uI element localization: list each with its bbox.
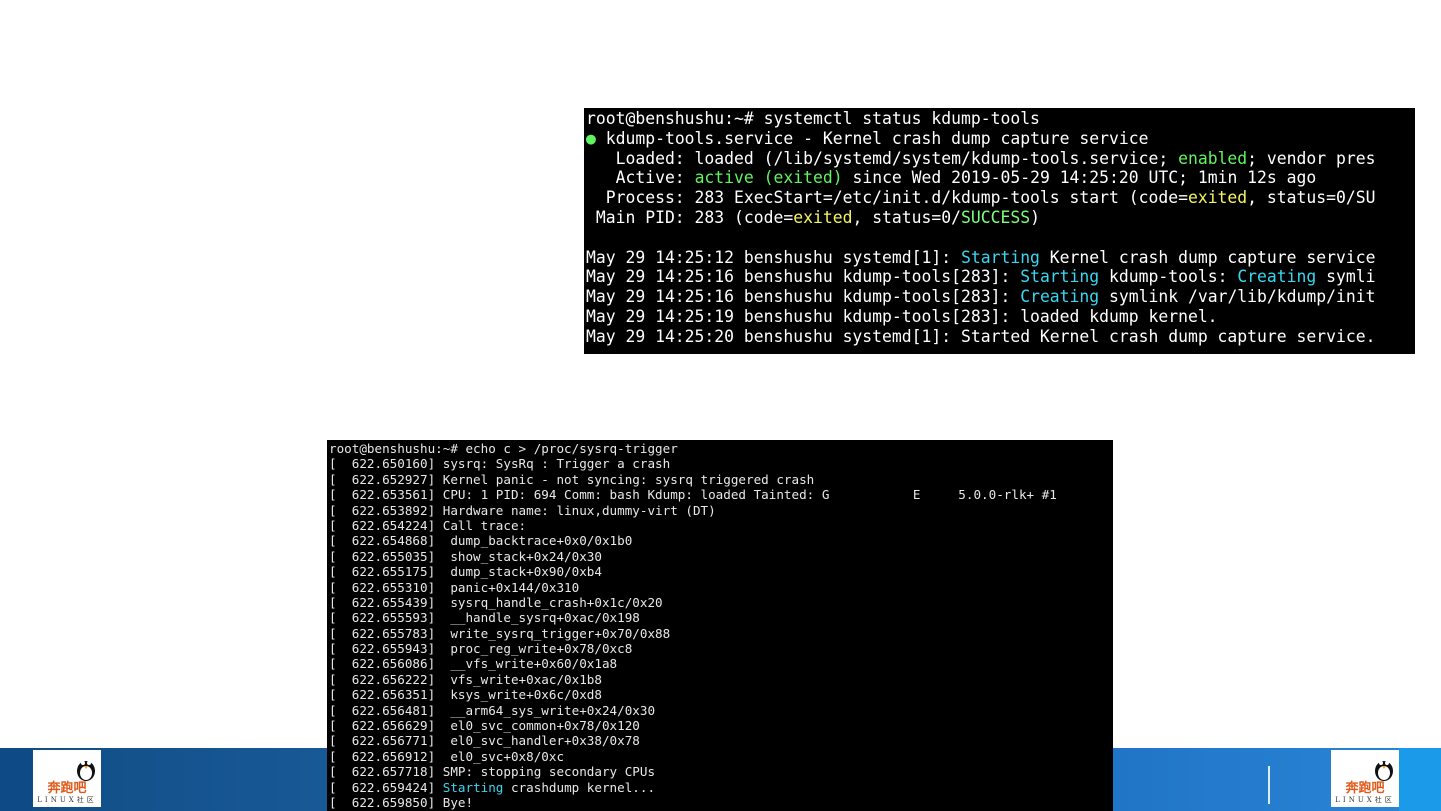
loaded-line: Loaded: loaded (/lib/systemd/system/kdum… — [586, 148, 1376, 168]
active-line: Active: active (exited) since Wed 2019-0… — [586, 168, 1317, 188]
kernel-log-line: [ 622.656222] vfs_write+0xac/0x1b8 — [329, 671, 602, 687]
kernel-log-line: [ 622.652927] Kernel panic - not syncing… — [329, 471, 815, 487]
main-pid-line: Main PID: 283 (code=exited, status=0/SUC… — [586, 207, 1040, 227]
terminal-systemctl-status: root@benshushu:~# systemctl status kdump… — [584, 108, 1415, 354]
status-dot-icon: ● — [586, 128, 596, 148]
kernel-log-line: [ 622.656771] el0_svc_handler+0x38/0x78 — [329, 733, 640, 749]
terminal-prompt-line: root@benshushu:~# echo c > /proc/sysrq-t… — [329, 441, 678, 456]
kernel-log-line: [ 622.655593] __handle_sysrq+0xac/0x198 — [329, 610, 640, 626]
kernel-log-line: [ 622.655783] write_sysrq_trigger+0x70/0… — [329, 625, 671, 641]
linux-community-logo-right: 奔跑吧 LINUX社区 — [1331, 750, 1399, 807]
linux-community-logo-left: 奔跑吧 LINUX社区 — [33, 750, 101, 807]
logo-text: 奔跑吧 — [1345, 781, 1385, 796]
banner-left-block — [0, 748, 32, 811]
kernel-log-line: [ 622.655310] panic+0x144/0x310 — [329, 579, 580, 595]
kernel-log-line: [ 622.656086] __vfs_write+0x60/0x1a8 — [329, 656, 618, 672]
kernel-log-line: [ 622.655175] dump_stack+0x90/0xb4 — [329, 564, 602, 580]
kernel-log-line: [ 622.657718] SMP: stopping secondary CP… — [329, 764, 656, 780]
kernel-log-line: [ 622.654868] dump_backtrace+0x0/0x1b0 — [329, 533, 633, 549]
kernel-log-line: [ 622.650160] sysrq: SysRq : Trigger a c… — [329, 456, 671, 472]
log-line: May 29 14:25:16 benshushu kdump-tools[28… — [586, 267, 1376, 287]
service-line: ● kdump-tools.service - Kernel crash dum… — [586, 128, 1149, 148]
kernel-log-line: [ 622.656351] ksys_write+0x6c/0xd8 — [329, 687, 602, 703]
kernel-log-line: [ 622.656912] el0_svc+0x8/0xc — [329, 748, 565, 764]
kernel-log-line: [ 622.656481] __arm64_sys_write+0x24/0x3… — [329, 702, 656, 718]
kernel-log-line: [ 622.655439] sysrq_handle_crash+0x1c/0x… — [329, 594, 663, 610]
kernel-log-line: [ 622.656629] el0_svc_common+0x78/0x120 — [329, 718, 640, 734]
penguin-icon — [1375, 761, 1393, 781]
terminal-sysrq-crash: root@benshushu:~# echo c > /proc/sysrq-t… — [327, 440, 1113, 811]
log-line: May 29 14:25:12 benshushu systemd[1]: St… — [586, 247, 1376, 267]
penguin-icon — [77, 761, 95, 781]
kernel-log-line: [ 622.655943] proc_reg_write+0x78/0xc8 — [329, 641, 633, 657]
log-line: May 29 14:25:19 benshushu kdump-tools[28… — [586, 306, 1218, 326]
banner-right-block — [1399, 748, 1441, 811]
kernel-log-line: [ 622.654224] Call trace: — [329, 517, 527, 533]
kernel-log-line: [ 622.655035] show_stack+0x24/0x30 — [329, 548, 602, 564]
process-line: Process: 283 ExecStart=/etc/init.d/kdump… — [586, 188, 1376, 208]
terminal-prompt-line: root@benshushu:~# systemctl status kdump… — [586, 109, 1040, 128]
logo-text: 奔跑吧 — [47, 781, 87, 796]
kernel-log-line: [ 622.653892] Hardware name: linux,dummy… — [329, 502, 716, 518]
logo-subtext: LINUX社区 — [37, 796, 97, 804]
log-line: May 29 14:25:20 benshushu systemd[1]: St… — [586, 326, 1376, 346]
logo-subtext: LINUX社区 — [1335, 796, 1395, 804]
bye-line: [ 622.659850] Bye! — [329, 794, 474, 810]
kernel-log-line: [ 622.653561] CPU: 1 PID: 694 Comm: bash… — [329, 487, 1057, 503]
crash-line: [ 622.659424] Starting crashdump kernel.… — [329, 779, 656, 795]
log-line: May 29 14:25:16 benshushu kdump-tools[28… — [586, 287, 1376, 307]
banner-divider — [1268, 766, 1270, 804]
kernel-log: [ 622.650160] sysrq: SysRq : Trigger a c… — [327, 456, 1113, 779]
